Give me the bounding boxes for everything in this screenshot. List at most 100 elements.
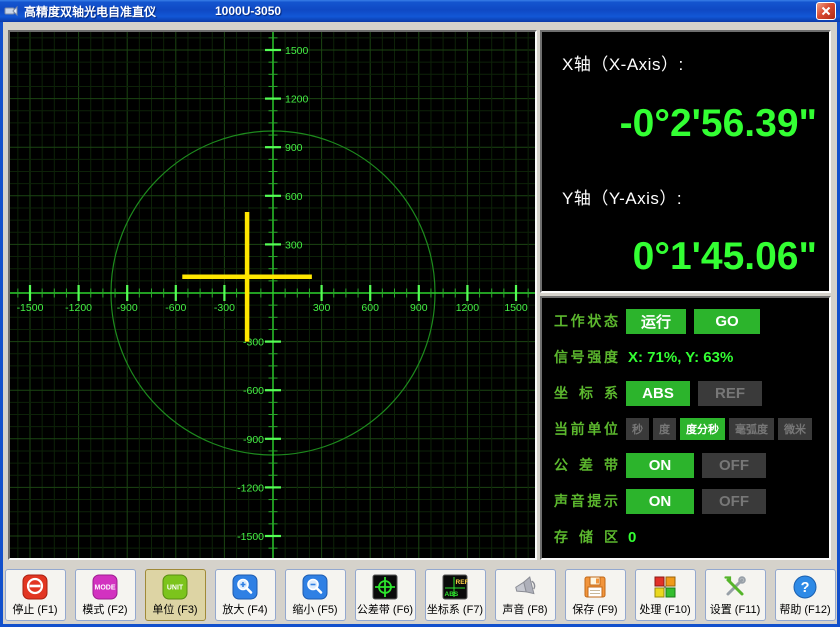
close-button[interactable] (816, 2, 836, 20)
svg-text:MODE: MODE (95, 584, 116, 591)
sound-off-button[interactable]: OFF (702, 489, 766, 514)
svg-text:300: 300 (285, 239, 303, 251)
help-icon: ? (792, 574, 818, 600)
window-border-left (0, 22, 3, 627)
svg-text:ABS: ABS (445, 591, 459, 598)
window-title: 高精度双轴光电自准直仪 (24, 3, 156, 20)
status-row: 公差带 ON OFF (554, 447, 829, 483)
toolbar-button-label: 处理 (F10) (639, 601, 690, 617)
toolbar-button-label: 帮助 (F12) (779, 601, 830, 617)
coordsys-icon: REF ABS (442, 574, 468, 600)
status-label: 当前单位 (554, 419, 618, 439)
zoom-in-icon (232, 574, 258, 600)
stop-button[interactable]: 停止 (F1) (5, 569, 66, 621)
svg-text:-600: -600 (243, 385, 264, 397)
svg-text:-1500: -1500 (17, 302, 44, 314)
status-label: 公差带 (554, 455, 618, 475)
toolbar-button-label: 设置 (F11) (710, 601, 761, 617)
status-row: 声音提示 ON OFF (554, 483, 829, 519)
sound-on-button[interactable]: ON (626, 489, 694, 514)
settings-icon (722, 574, 748, 600)
unit-micron-button[interactable]: 微米 (778, 418, 812, 440)
svg-text:1200: 1200 (285, 94, 309, 106)
svg-text:-900: -900 (117, 302, 138, 314)
status-row: 坐标系 ABS REF (554, 375, 829, 411)
svg-text:1200: 1200 (456, 302, 480, 314)
svg-text:300: 300 (313, 302, 331, 314)
toolbar-button-label: 坐标系 (F7) (427, 601, 483, 617)
toolbar: 停止 (F1) MODE 模式 (F2) UNIT 单位 (F3) 放大 (F4) 缩小 (… (0, 564, 840, 624)
x-axis-value: -0°2'56.39" (620, 102, 817, 146)
status-label: 坐标系 (554, 383, 618, 403)
svg-text:REF: REF (456, 579, 469, 586)
close-icon (820, 5, 832, 17)
toolbar-button-label: 模式 (F2) (82, 601, 127, 617)
alignment-plot: -1500 -1500 -1200 -1200 -900 -900 -600 -600 -300… (10, 32, 535, 558)
svg-text:?: ? (801, 580, 810, 596)
status-row: 工作状态运行 GO (554, 303, 829, 339)
readings-panel: X轴（X-Axis）: -0°2'56.39" Y轴（Y-Axis）: 0°1'… (540, 30, 831, 293)
svg-text:-600: -600 (165, 302, 186, 314)
process-button[interactable]: 处理 (F10) (635, 569, 696, 621)
toolbar-button-label: 缩小 (F5) (292, 601, 337, 617)
save-icon (582, 574, 608, 600)
unit-button[interactable]: UNIT 单位 (F3) (145, 569, 206, 621)
unit-dms-button[interactable]: 度分秒 (680, 418, 725, 440)
svg-text:UNIT: UNIT (167, 584, 184, 591)
toolbar-button-label: 停止 (F1) (12, 601, 57, 617)
status-label: 声音提示 (554, 491, 618, 511)
plot-area: -1500 -1500 -1200 -1200 -900 -900 -600 -600 -300… (8, 30, 537, 560)
run-button[interactable]: 运行 (626, 309, 686, 334)
coordsys-button[interactable]: REF ABS 坐标系 (F7) (425, 569, 486, 621)
svg-text:-300: -300 (214, 302, 235, 314)
tolerance-off-button[interactable]: OFF (702, 453, 766, 478)
zoom-in-button[interactable]: 放大 (F4) (215, 569, 276, 621)
toolbar-button-label: 放大 (F4) (222, 601, 267, 617)
toolbar-button-label: 保存 (F9) (572, 601, 617, 617)
status-row: 信号强度 X: 71%, Y: 63% (554, 339, 829, 375)
x-axis-label: X轴（X-Axis）: (562, 50, 684, 75)
svg-text:900: 900 (285, 142, 303, 154)
status-row: 当前单位秒度度分秒毫弧度微米 (554, 411, 829, 447)
status-label: 存储区 (554, 527, 618, 547)
autocollimator-app-icon (4, 4, 18, 18)
save-button[interactable]: 保存 (F9) (565, 569, 626, 621)
abs-button[interactable]: ABS (626, 381, 690, 406)
tolerance-button[interactable]: 公差带 (F6) (355, 569, 416, 621)
status-label: 信号强度 (554, 347, 618, 367)
app-window: 高精度双轴光电自准直仪 1000U-3050 -1500-1500-1200-1… (0, 0, 840, 627)
unit-arcsec-button[interactable]: 秒 (626, 418, 649, 440)
ref-button[interactable]: REF (698, 381, 762, 406)
svg-text:-1500: -1500 (237, 531, 264, 543)
svg-text:1500: 1500 (285, 45, 309, 57)
svg-text:-1200: -1200 (237, 482, 264, 494)
mode-button[interactable]: MODE 模式 (F2) (75, 569, 136, 621)
svg-text:-1200: -1200 (65, 302, 92, 314)
titlebar: 高精度双轴光电自准直仪 1000U-3050 (0, 0, 840, 22)
svg-text:600: 600 (361, 302, 379, 314)
svg-text:600: 600 (285, 191, 303, 203)
process-icon (652, 574, 678, 600)
svg-text:-900: -900 (243, 434, 264, 446)
signal-strength-value: X: 71%, Y: 63% (628, 349, 733, 366)
mode-icon: MODE (92, 574, 118, 600)
go-button[interactable]: GO (694, 309, 760, 334)
unit-degree-button[interactable]: 度 (653, 418, 676, 440)
zoom-out-button[interactable]: 缩小 (F5) (285, 569, 346, 621)
sound-icon (512, 574, 538, 600)
toolbar-button-label: 单位 (F3) (152, 601, 197, 617)
unit-mrad-button[interactable]: 毫弧度 (729, 418, 774, 440)
sound-button[interactable]: 声音 (F8) (495, 569, 556, 621)
tolerance-icon (372, 574, 398, 600)
zoom-out-icon (302, 574, 328, 600)
tolerance-on-button[interactable]: ON (626, 453, 694, 478)
unit-icon: UNIT (162, 574, 188, 600)
storage-count: 0 (628, 529, 636, 546)
y-axis-label: Y轴（Y-Axis）: (562, 184, 682, 209)
status-label: 工作状态 (554, 311, 618, 331)
svg-text:1500: 1500 (504, 302, 528, 314)
help-button[interactable]: ? 帮助 (F12) (775, 569, 836, 621)
svg-text:900: 900 (410, 302, 428, 314)
settings-button[interactable]: 设置 (F11) (705, 569, 766, 621)
model-number: 1000U-3050 (215, 4, 281, 18)
